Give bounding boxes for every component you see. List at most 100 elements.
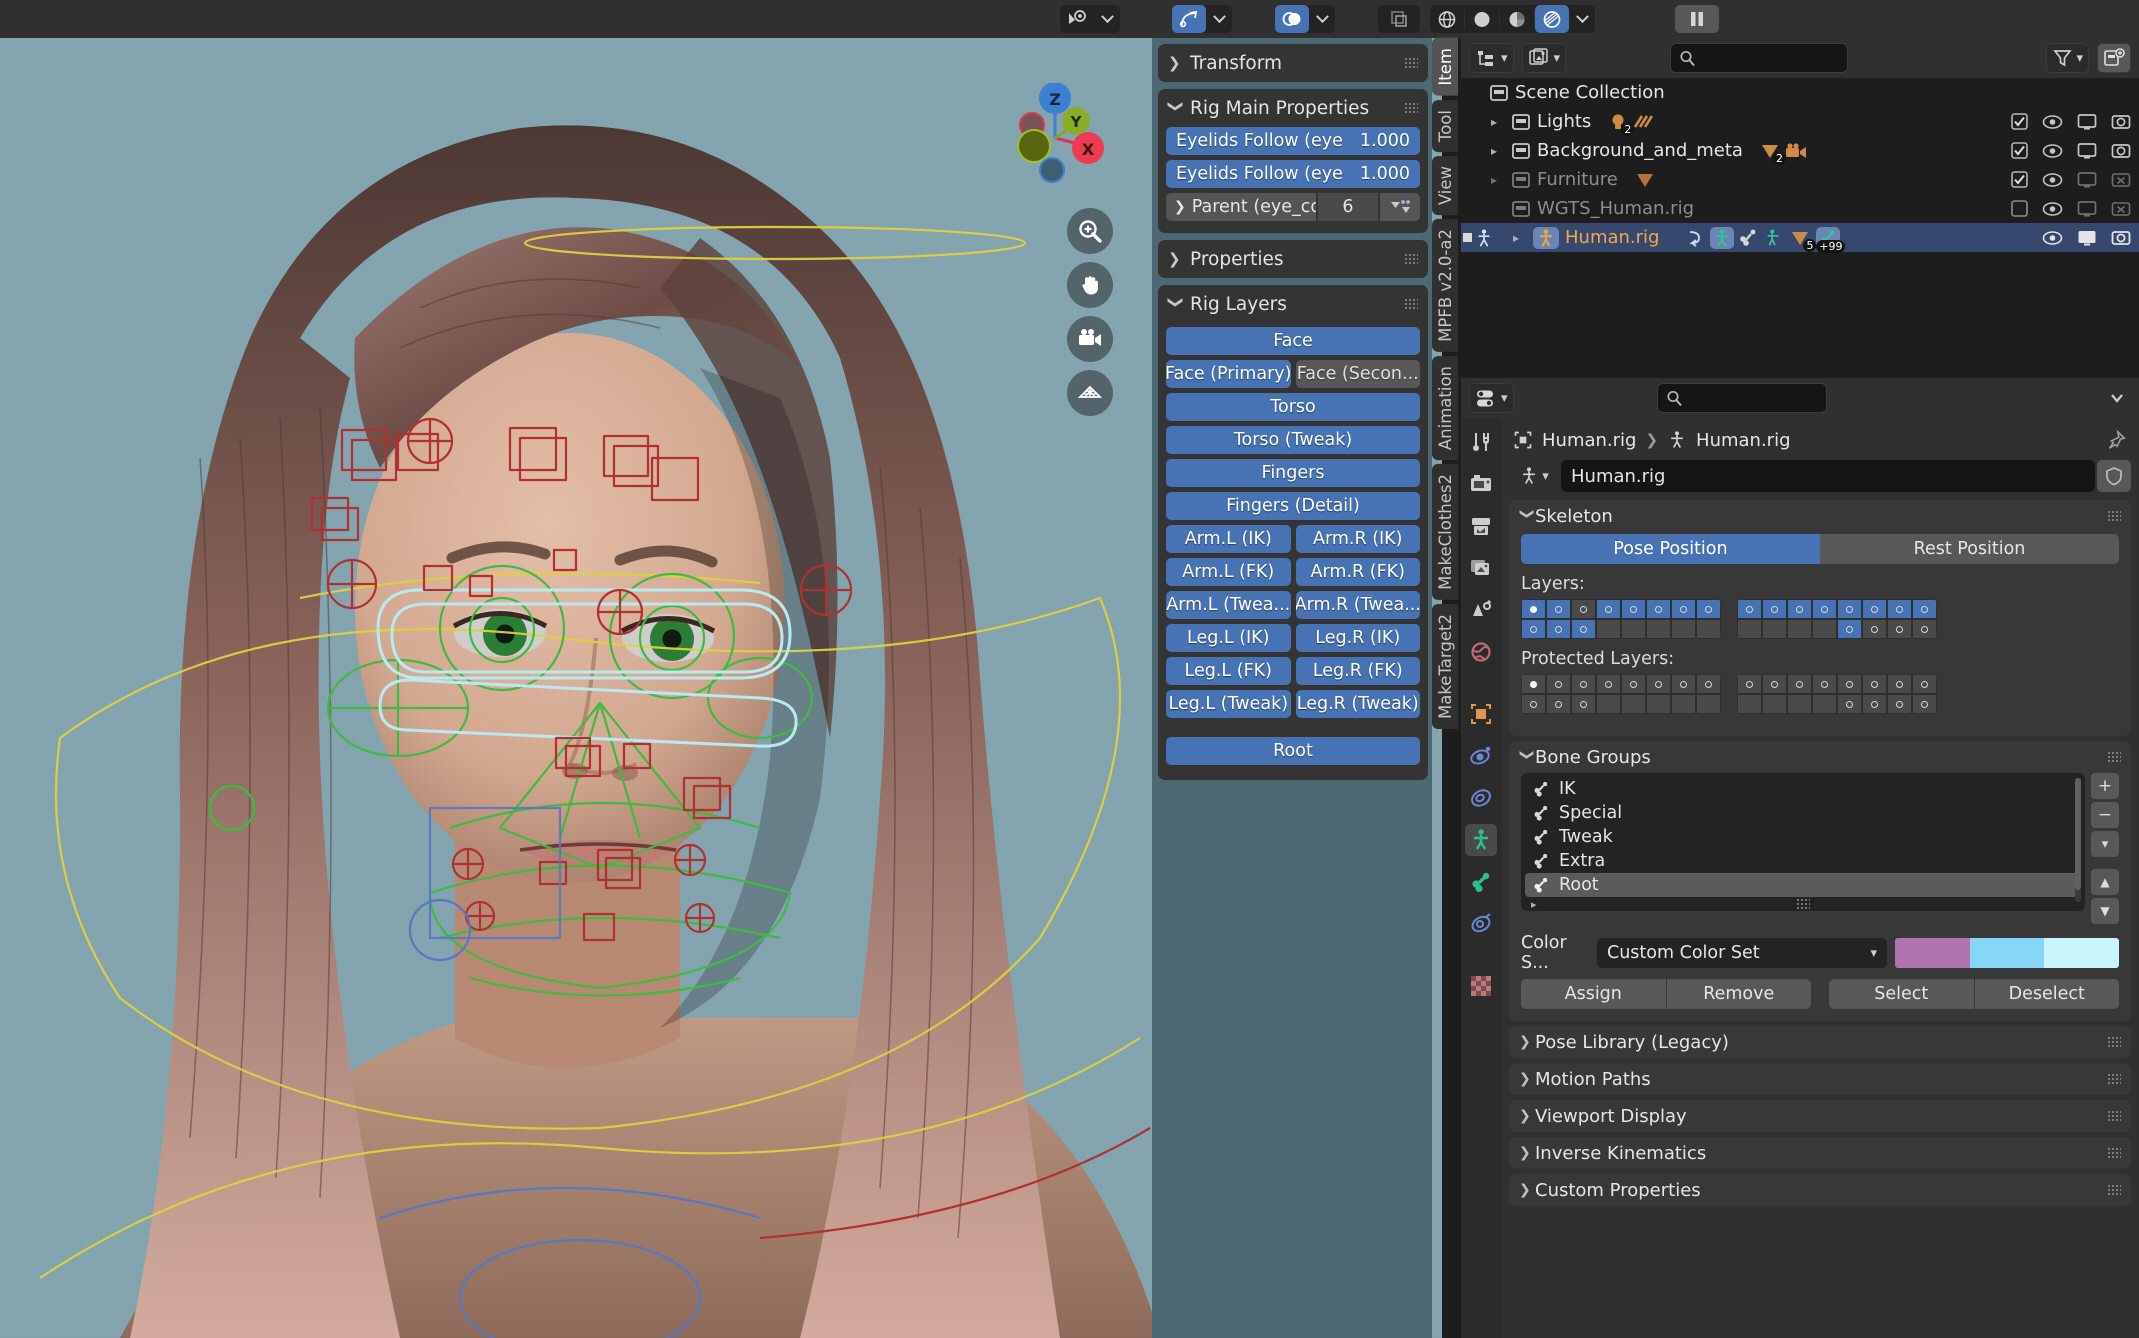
sidebar-tab-view[interactable]: View xyxy=(1432,155,1458,215)
protected-layer-toggle[interactable] xyxy=(1571,674,1596,694)
layer-toggle[interactable] xyxy=(1737,599,1762,619)
layer-toggle[interactable] xyxy=(1887,619,1912,639)
outliner-new-collection-button[interactable] xyxy=(2097,43,2131,73)
layer-toggle[interactable] xyxy=(1737,619,1762,639)
expand-triangle-icon[interactable]: ▸ xyxy=(1513,231,1533,245)
prop-eyelids-follow-1[interactable]: Eyelids Follow (eye 1.000 xyxy=(1166,127,1420,155)
panel-grip[interactable] xyxy=(2107,751,2121,763)
remove-button[interactable]: Remove xyxy=(1666,979,1811,1009)
prop-parent-eye[interactable]: ❯ Parent (eye_co... 6 xyxy=(1166,193,1420,221)
protected-layer-toggle[interactable] xyxy=(1521,674,1546,694)
panel-rig-layers-header[interactable]: ❯ Rig Layers xyxy=(1158,285,1428,323)
object-visibility-icon[interactable] xyxy=(1060,5,1094,33)
light-data-icon[interactable] xyxy=(1631,112,1655,132)
color-set-swatches[interactable] xyxy=(1895,938,2119,968)
layer-toggle[interactable] xyxy=(1862,599,1887,619)
layer-toggle[interactable] xyxy=(1671,619,1696,639)
shading-rendered-icon[interactable] xyxy=(1535,5,1569,33)
camera-render-icon-disabled[interactable] xyxy=(2111,171,2131,189)
armature-outline-icon[interactable] xyxy=(1764,228,1784,248)
layer-toggle[interactable] xyxy=(1912,619,1937,639)
camera-render-icon[interactable] xyxy=(2111,229,2131,247)
rig-layer-face[interactable]: Face xyxy=(1166,327,1420,355)
sidebar-tab-animation[interactable]: Animation xyxy=(1432,355,1458,460)
protected-layer-toggle[interactable] xyxy=(1737,674,1762,694)
outliner-row-wgts-human-rig[interactable]: ▸ WGTS_Human.rig xyxy=(1461,194,2139,223)
expand-triangle-icon[interactable]: ▸ xyxy=(1491,144,1511,158)
mesh-icon[interactable]: 2 xyxy=(1759,141,1786,165)
layer-toggle[interactable] xyxy=(1696,619,1721,639)
pose-icon[interactable] xyxy=(1685,228,1707,248)
panel-grip[interactable] xyxy=(2107,1147,2121,1159)
layer-toggle[interactable] xyxy=(1887,599,1912,619)
section-inverse-kinematics[interactable]: ❯ Inverse Kinematics xyxy=(1509,1137,2131,1169)
protected-layer-toggle[interactable] xyxy=(1812,674,1837,694)
rig-layer-arm-l-fk[interactable]: Arm.L (FK) xyxy=(1166,558,1291,586)
protected-layer-toggle[interactable] xyxy=(1696,674,1721,694)
panel-transform-header[interactable]: ❯ Transform xyxy=(1158,44,1428,82)
layer-toggle[interactable] xyxy=(1762,599,1787,619)
properties-tab-texture[interactable] xyxy=(1465,970,1497,1002)
rig-layer-face-primary[interactable]: Face (Primary) xyxy=(1166,360,1291,388)
expand-triangle-icon[interactable]: ▸ xyxy=(1531,898,1537,911)
layer-toggle[interactable] xyxy=(1521,599,1546,619)
pan-icon[interactable] xyxy=(1067,262,1113,308)
xray-icon[interactable] xyxy=(1382,5,1416,33)
layer-toggle[interactable] xyxy=(1812,599,1837,619)
protected-layer-toggle[interactable] xyxy=(1887,694,1912,714)
protected-layer-toggle[interactable] xyxy=(1762,674,1787,694)
screen-icon[interactable] xyxy=(2077,113,2097,131)
outliner-row-scene-collection[interactable]: ▸ Scene Collection xyxy=(1461,78,2139,107)
screen-icon-disabled[interactable] xyxy=(2077,171,2097,189)
outliner-search-input[interactable] xyxy=(1669,43,1848,73)
bone-group-item[interactable]: Tweak xyxy=(1525,825,2081,849)
layer-toggle[interactable] xyxy=(1596,619,1621,639)
sidebar-tab-makeclothes2[interactable]: MakeClothes2 xyxy=(1432,463,1458,600)
layer-toggle[interactable] xyxy=(1621,599,1646,619)
outliner-row-background-and-meta[interactable]: ▸ Background_and_meta 2 xyxy=(1461,136,2139,165)
properties-tab-bone[interactable] xyxy=(1465,866,1497,898)
rig-layer-arm-l-ik[interactable]: Arm.L (IK) xyxy=(1166,525,1291,553)
list-resize-grip[interactable] xyxy=(1796,898,1810,910)
eye-icon[interactable] xyxy=(2042,172,2063,188)
panel-grip[interactable] xyxy=(2107,510,2121,522)
layer-toggle[interactable] xyxy=(1837,619,1862,639)
layer-toggle[interactable] xyxy=(1571,599,1596,619)
protected-layer-toggle[interactable] xyxy=(1521,694,1546,714)
bone-groups-specials-menu-button[interactable]: ▾ xyxy=(2091,831,2119,857)
layer-toggle[interactable] xyxy=(1521,619,1546,639)
gizmo-toggle-icon[interactable] xyxy=(1172,5,1206,33)
pin-icon[interactable] xyxy=(2105,429,2127,451)
bone-group-item[interactable]: IK xyxy=(1525,777,2081,801)
protected-layer-toggle[interactable] xyxy=(1596,674,1621,694)
checkbox-enabled[interactable] xyxy=(2011,142,2028,159)
xray-toggle[interactable] xyxy=(1378,5,1420,33)
armature-data-browse-button[interactable]: ▾ xyxy=(1509,460,1559,492)
layer-toggle[interactable] xyxy=(1646,599,1671,619)
layer-toggle[interactable] xyxy=(1912,599,1937,619)
panel-rig-main-header[interactable]: ❯ Rig Main Properties xyxy=(1158,89,1428,127)
panel-rig-layers[interactable]: ❯ Rig Layers Face Face (Primary) Face (S… xyxy=(1158,285,1428,780)
bone-group-item-selected[interactable]: Root xyxy=(1525,873,2081,897)
layer-toggle[interactable] xyxy=(1671,599,1696,619)
eye-icon[interactable] xyxy=(2042,114,2063,130)
color-set-dropdown[interactable]: Custom Color Set ▾ xyxy=(1597,938,1887,968)
sidebar-tab-tool[interactable]: Tool xyxy=(1432,99,1458,152)
outliner-row-furniture[interactable]: ▸ Furniture xyxy=(1461,165,2139,194)
rig-layer-leg-r-ik[interactable]: Leg.R (IK) xyxy=(1295,624,1420,652)
mesh-icon[interactable] xyxy=(1634,170,1656,190)
protected-layer-toggle[interactable] xyxy=(1621,674,1646,694)
properties-tab-bone-constraint[interactable] xyxy=(1465,908,1497,940)
properties-tab-physics[interactable] xyxy=(1465,740,1497,772)
outliner-id-filter-button[interactable]: ▾ xyxy=(1521,43,1567,73)
panel-grip[interactable] xyxy=(1404,253,1418,265)
protected-layer-toggle[interactable] xyxy=(1621,694,1646,714)
outliner-row-human-rig[interactable]: ▸ Human.rig 5 +99 xyxy=(1461,223,2139,253)
protected-layer-toggle[interactable] xyxy=(1571,694,1596,714)
panel-grip[interactable] xyxy=(1404,298,1418,310)
panel-grip[interactable] xyxy=(2107,1036,2121,1048)
protected-layer-toggle[interactable] xyxy=(1787,674,1812,694)
camera-obj-icon[interactable] xyxy=(1784,141,1808,161)
protected-layer-toggle[interactable] xyxy=(1862,694,1887,714)
armature-name-input[interactable]: Human.rig xyxy=(1561,460,2095,492)
